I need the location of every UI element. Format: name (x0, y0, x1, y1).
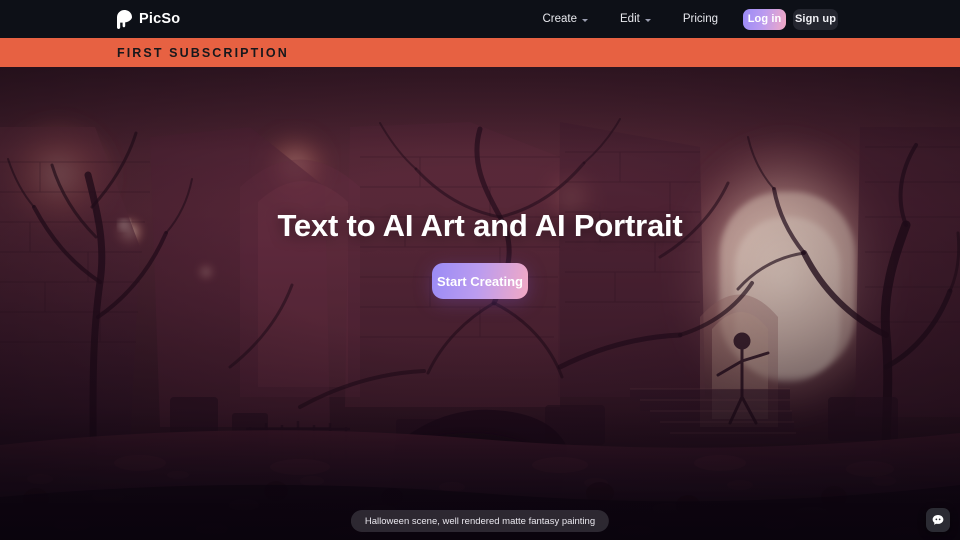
hero-section: Text to AI Art and AI Portrait Start Cre… (0, 67, 960, 540)
page-title: Text to AI Art and AI Portrait (277, 208, 683, 243)
top-navigation-bar: PicSo Create Edit Pricing Log in Sign up (0, 0, 960, 38)
nav-item-create-label: Create (542, 13, 578, 25)
picso-logo-icon (117, 9, 132, 29)
start-creating-button[interactable]: Start Creating (432, 263, 528, 299)
brand-name: PicSo (139, 11, 181, 27)
signup-button[interactable]: Sign up (793, 8, 838, 30)
nav-links-group: Create Edit Pricing Log in Sign up (533, 7, 838, 31)
chevron-down-icon (644, 18, 651, 22)
hero-content: Text to AI Art and AI Portrait Start Cre… (0, 67, 960, 540)
promo-banner: FIRST SUBSCRIPTION (0, 38, 960, 67)
chat-support-button[interactable] (926, 508, 950, 532)
login-button[interactable]: Log in (743, 8, 786, 30)
nav-item-pricing-label: Pricing (682, 13, 718, 25)
nav-item-edit-label: Edit (620, 13, 640, 25)
nav-item-pricing[interactable]: Pricing (674, 7, 727, 31)
nav-item-edit[interactable]: Edit (611, 7, 660, 31)
chevron-down-icon (582, 18, 589, 22)
promo-title: FIRST SUBSCRIPTION (117, 45, 289, 60)
nav-item-create[interactable]: Create (533, 7, 597, 31)
page-root: PicSo Create Edit Pricing Log in Sign up… (0, 0, 960, 540)
chat-bubble-icon (932, 515, 944, 525)
brand-logo[interactable]: PicSo (117, 9, 181, 29)
